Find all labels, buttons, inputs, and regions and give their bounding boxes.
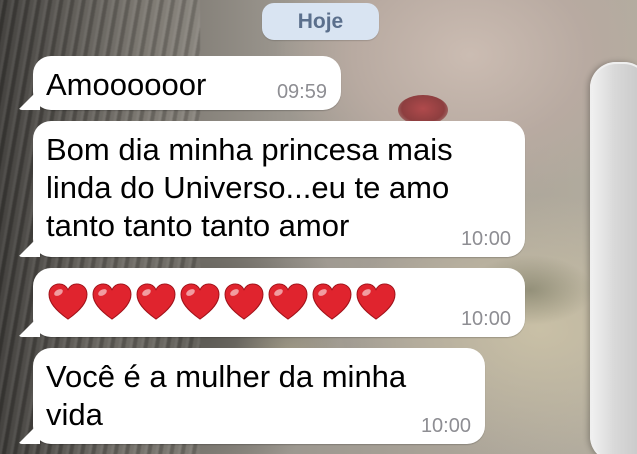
message-text: Bom dia minha princesa mais linda do Uni… — [46, 132, 453, 243]
heart-icon — [356, 283, 396, 320]
message-time: 09:59 — [276, 81, 327, 103]
message-text: Amoooooor — [46, 67, 207, 102]
heart-icon — [136, 283, 176, 320]
heart-icon — [180, 283, 220, 320]
heart-icon — [268, 283, 308, 320]
date-separator: Hoje — [262, 3, 379, 40]
heart-icon — [48, 283, 88, 320]
emoji-row — [47, 283, 397, 321]
message-time: 10:00 — [460, 228, 511, 250]
message-bubble[interactable]: Bom dia minha princesa mais linda do Uni… — [18, 121, 525, 257]
wallpaper-phone — [590, 62, 637, 454]
message-bubble[interactable]: 10:00 — [18, 268, 525, 337]
message-bubble[interactable]: Amoooooor 09:59 — [18, 56, 341, 110]
heart-icon — [92, 283, 132, 320]
message-time: 10:00 — [460, 308, 511, 330]
message-time: 10:00 — [420, 415, 471, 437]
heart-icon — [224, 283, 264, 320]
message-text: Você é a mulher da minha vida — [46, 359, 407, 432]
message-bubble[interactable]: Você é a mulher da minha vida 10:00 — [18, 348, 485, 444]
heart-icon — [312, 283, 352, 320]
